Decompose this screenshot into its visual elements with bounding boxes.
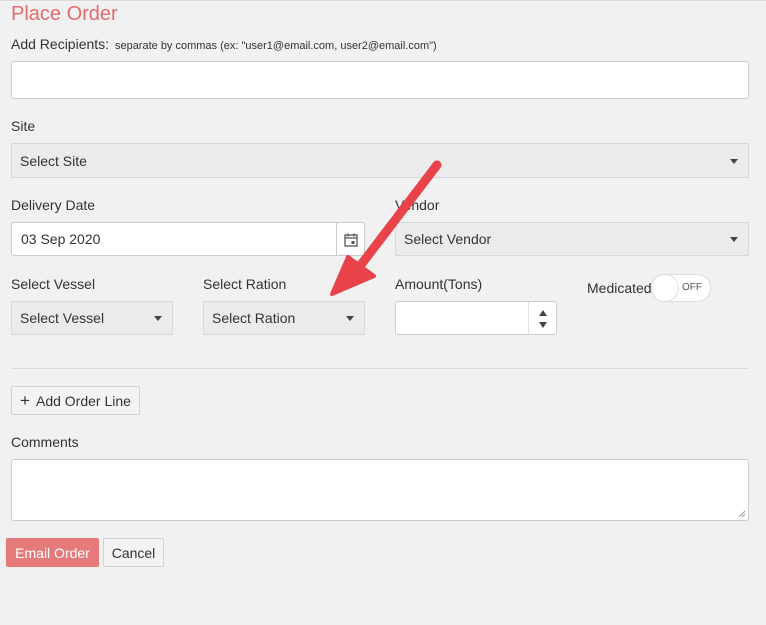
add-order-line-button[interactable]: + Add Order Line bbox=[11, 386, 140, 415]
stepper-down-icon[interactable] bbox=[539, 322, 547, 328]
top-divider bbox=[0, 0, 766, 1]
ration-select[interactable]: Select Ration bbox=[203, 301, 365, 335]
stepper-up-icon[interactable] bbox=[539, 310, 547, 316]
delivery-date-value: 03 Sep 2020 bbox=[21, 231, 101, 247]
page-title: Place Order bbox=[11, 3, 118, 25]
cancel-button[interactable]: Cancel bbox=[103, 538, 164, 567]
toggle-knob bbox=[651, 274, 679, 302]
chevron-down-icon bbox=[346, 316, 354, 321]
recipients-label-text: Add Recipients: bbox=[11, 36, 110, 52]
recipients-hint: separate by commas (ex: "user1@email.com… bbox=[114, 40, 437, 52]
annotation-arrow bbox=[330, 160, 442, 296]
resize-handle-icon[interactable] bbox=[738, 510, 746, 518]
vessel-label: Select Vessel bbox=[11, 276, 96, 292]
add-order-line-label: Add Order Line bbox=[35, 392, 131, 409]
ration-select-value: Select Ration bbox=[212, 310, 296, 326]
medicated-toggle[interactable]: OFF bbox=[651, 274, 711, 302]
chevron-down-icon bbox=[730, 237, 738, 242]
email-order-button[interactable]: Email Order bbox=[6, 538, 99, 567]
vessel-select-value: Select Vessel bbox=[20, 310, 105, 326]
plus-icon: + bbox=[20, 391, 30, 410]
chevron-down-icon bbox=[154, 316, 162, 321]
section-divider bbox=[11, 368, 749, 369]
vessel-select[interactable]: Select Vessel bbox=[11, 301, 173, 335]
site-select-value: Select Site bbox=[20, 152, 87, 169]
recipients-input[interactable] bbox=[11, 61, 749, 99]
amount-stepper[interactable] bbox=[528, 302, 556, 334]
comments-label: Comments bbox=[11, 434, 79, 450]
amount-input[interactable] bbox=[395, 301, 557, 335]
medicated-label: Medicated bbox=[587, 280, 652, 296]
delivery-date-input[interactable]: 03 Sep 2020 bbox=[11, 222, 365, 256]
site-label: Site bbox=[11, 118, 36, 134]
recipients-label: Add Recipients: separate by commas (ex: … bbox=[11, 36, 437, 52]
delivery-date-label: Delivery Date bbox=[11, 197, 96, 213]
ration-label: Select Ration bbox=[203, 276, 287, 292]
chevron-down-icon bbox=[730, 158, 738, 164]
toggle-state: OFF bbox=[682, 282, 702, 293]
comments-textarea[interactable] bbox=[11, 459, 749, 521]
